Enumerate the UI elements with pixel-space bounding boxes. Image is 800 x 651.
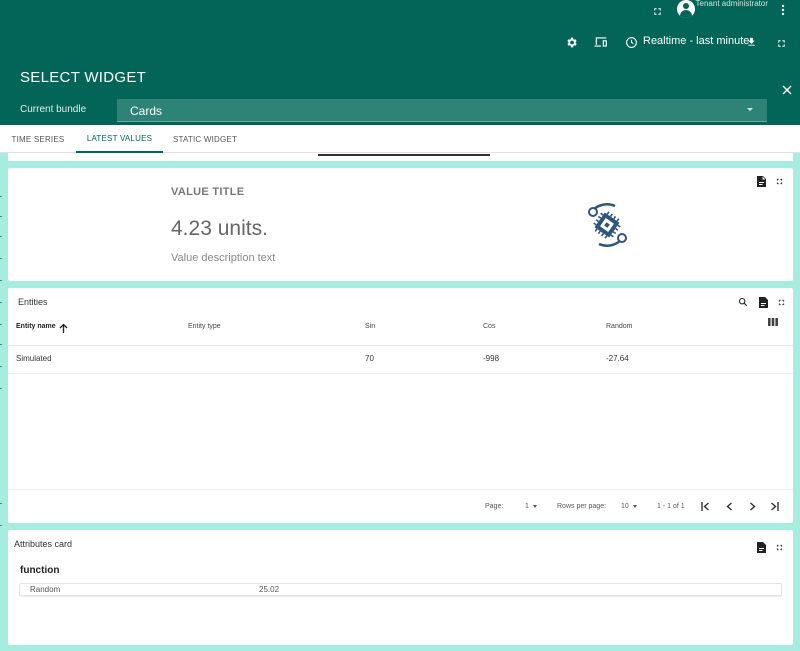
chip-sensor-icon: [581, 200, 633, 250]
chevron-down-icon: [632, 504, 637, 508]
value-card-widget[interactable]: VALUE TITLE 4.23 units. Value descriptio…: [8, 168, 793, 281]
settings-gear-icon[interactable]: [564, 35, 578, 49]
table-header: Entity name Entity type Sin Cos Random: [8, 318, 793, 346]
page-select[interactable]: 1: [525, 503, 537, 510]
partial-widget-card[interactable]: [8, 153, 793, 161]
rows-per-page-label: Rows per page:: [557, 503, 607, 510]
file-export-icon[interactable]: [755, 541, 767, 553]
account-avatar[interactable]: [677, 0, 695, 18]
cell-random: -27.64: [606, 354, 629, 363]
select-widget-header: SELECT WIDGET Current bundle Cards: [0, 57, 800, 125]
close-icon[interactable]: [782, 82, 796, 96]
download-icon[interactable]: [744, 35, 758, 49]
chevron-right-icon[interactable]: [745, 500, 759, 512]
edge-tick: [0, 196, 2, 197]
table-paginator: Page: 1 Rows per page: 10 1 - 1 of 1: [8, 489, 793, 523]
column-header-random[interactable]: Random: [606, 323, 632, 330]
page-label: Page:: [485, 503, 504, 510]
fullscreen-icon[interactable]: [774, 36, 788, 50]
search-icon[interactable]: [737, 296, 749, 308]
edge-tick: [0, 280, 2, 281]
current-bundle-label: Current bundle: [20, 104, 87, 115]
first-page-icon[interactable]: [698, 500, 712, 512]
edge-tick: [0, 366, 2, 367]
edge-tick: [0, 344, 2, 345]
fullscreen-icon[interactable]: [775, 296, 787, 308]
top-app-bar: Tenant administrator Realtime - last min…: [0, 0, 800, 57]
page-range-label: 1 - 1 of 1: [657, 503, 685, 510]
tab-latest-values[interactable]: LATEST VALUES: [76, 125, 163, 153]
divider: [318, 153, 490, 156]
attribute-key: Random: [30, 585, 61, 594]
attribute-row: Random 25.02: [19, 583, 782, 596]
edge-tick: [0, 503, 2, 504]
last-page-icon[interactable]: [767, 500, 781, 512]
cell-sin: 70: [365, 354, 374, 363]
chevron-left-icon[interactable]: [722, 500, 736, 512]
bundle-select[interactable]: Cards: [117, 99, 767, 122]
column-header-entity-name[interactable]: Entity name: [16, 323, 56, 330]
edge-tick: [0, 216, 2, 217]
edge-tick: [0, 324, 2, 325]
edge-tick: [0, 258, 2, 259]
entities-title: Entities: [18, 297, 48, 307]
attributes-group-title: function: [20, 565, 60, 576]
edge-tick: [0, 236, 2, 237]
edge-tick: [0, 525, 2, 526]
edge-tick: [0, 302, 2, 303]
column-header-sin[interactable]: Sin: [365, 323, 375, 330]
value-title: VALUE TITLE: [171, 186, 245, 198]
attribute-value: 25.02: [259, 585, 280, 594]
clock-icon[interactable]: [624, 35, 638, 49]
bundle-select-value: Cards: [130, 104, 163, 118]
value-text: 4.23 units.: [171, 217, 268, 240]
value-description: Value description text: [171, 252, 276, 264]
fullscreen-icon[interactable]: [773, 541, 785, 553]
column-header-cos[interactable]: Cos: [483, 323, 495, 330]
table-row[interactable]: Simulated 70 -998 -27.64: [8, 346, 793, 374]
attributes-card-title: Attributes card: [14, 539, 73, 549]
fullscreen-icon[interactable]: [773, 175, 785, 187]
column-header-entity-type[interactable]: Entity type: [188, 323, 221, 330]
entities-table-widget: Entities Entity name Entity type Sin Cos…: [8, 288, 793, 523]
arrow-up-icon[interactable]: [58, 322, 68, 333]
fullscreen-icon[interactable]: [650, 4, 664, 18]
select-widget-title: SELECT WIDGET: [20, 69, 147, 86]
widget-type-tabs: TIME SERIES LATEST VALUES STATIC WIDGET: [0, 125, 800, 153]
more-vert-icon[interactable]: [777, 3, 789, 17]
tab-time-series[interactable]: TIME SERIES: [0, 125, 76, 153]
cell-cos: -998: [483, 354, 500, 363]
page-select-value: 1: [525, 503, 529, 510]
devices-icon[interactable]: [593, 35, 609, 49]
file-export-icon[interactable]: [755, 175, 767, 187]
tenant-role-label: Tenant administrator: [695, 0, 768, 8]
timewindow-label[interactable]: Realtime - last minute: [643, 35, 749, 47]
chevron-down-icon: [747, 108, 753, 111]
attributes-card-widget: Attributes card function Random 25.02: [8, 530, 793, 645]
chevron-down-icon: [532, 504, 537, 508]
edge-tick: [0, 388, 2, 389]
rows-per-page-value: 10: [621, 503, 629, 510]
tab-static-widget[interactable]: STATIC WIDGET: [163, 125, 247, 153]
cell-entity-name: Simulated: [16, 354, 52, 363]
file-export-icon[interactable]: [757, 296, 769, 308]
rows-per-page-select[interactable]: 10: [621, 503, 637, 510]
